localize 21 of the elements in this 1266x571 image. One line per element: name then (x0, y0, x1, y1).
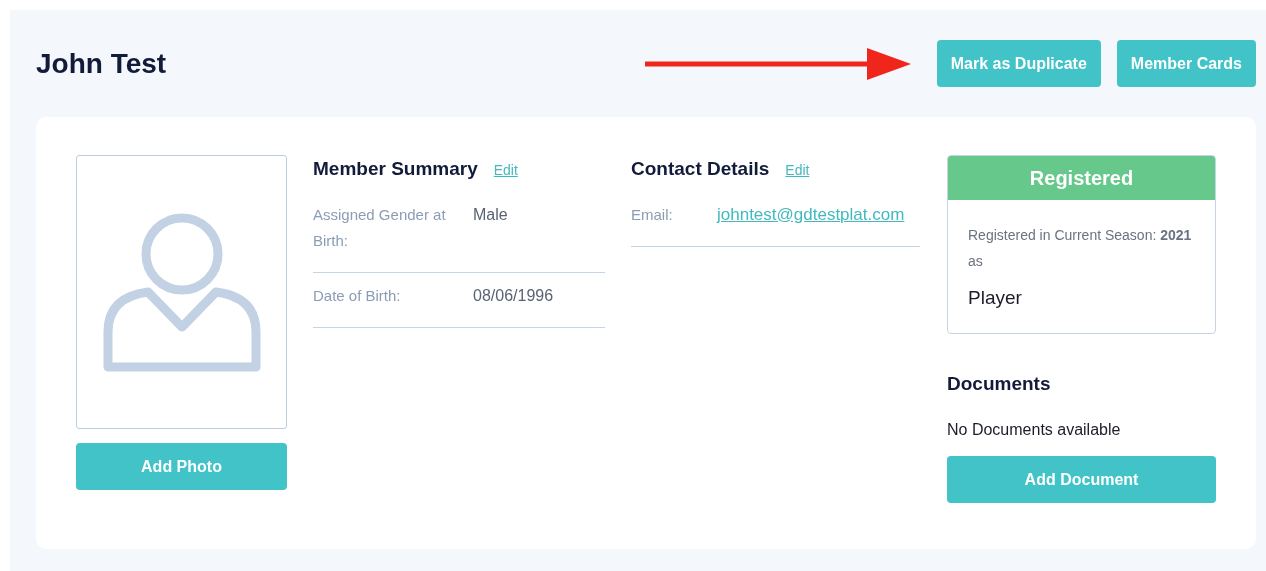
field-label: Assigned Gender at Birth: (313, 204, 447, 251)
page-title: John Test (36, 46, 167, 81)
section-title: Member Summary (313, 157, 478, 181)
edit-link[interactable]: Edit (493, 160, 518, 181)
mark-duplicate-button[interactable]: Mark as Duplicate (936, 40, 1101, 87)
field-value: Male (473, 204, 508, 225)
member-cards-button[interactable]: Member Cards (1116, 40, 1256, 87)
email-link[interactable]: johntest@gdtestplat.com (717, 201, 905, 228)
edit-link[interactable]: Edit (785, 160, 810, 181)
field-label: Email: (631, 204, 674, 225)
field-label: Date of Birth: (313, 285, 402, 306)
status-header: Registered (948, 156, 1215, 200)
add-document-button[interactable]: Add Document (947, 456, 1216, 503)
field-value: 08/06/1996 (473, 285, 554, 306)
section-title: Contact Details (631, 157, 770, 181)
avatar-silhouette-icon (102, 212, 261, 372)
role-text: Player (967, 286, 1023, 310)
registration-text: Registered in Current Season: 2021 as (967, 226, 1193, 271)
empty-message: No Documents available (947, 420, 1122, 440)
section-title: Documents (947, 371, 1052, 396)
add-photo-button[interactable]: Add Photo (76, 443, 287, 490)
